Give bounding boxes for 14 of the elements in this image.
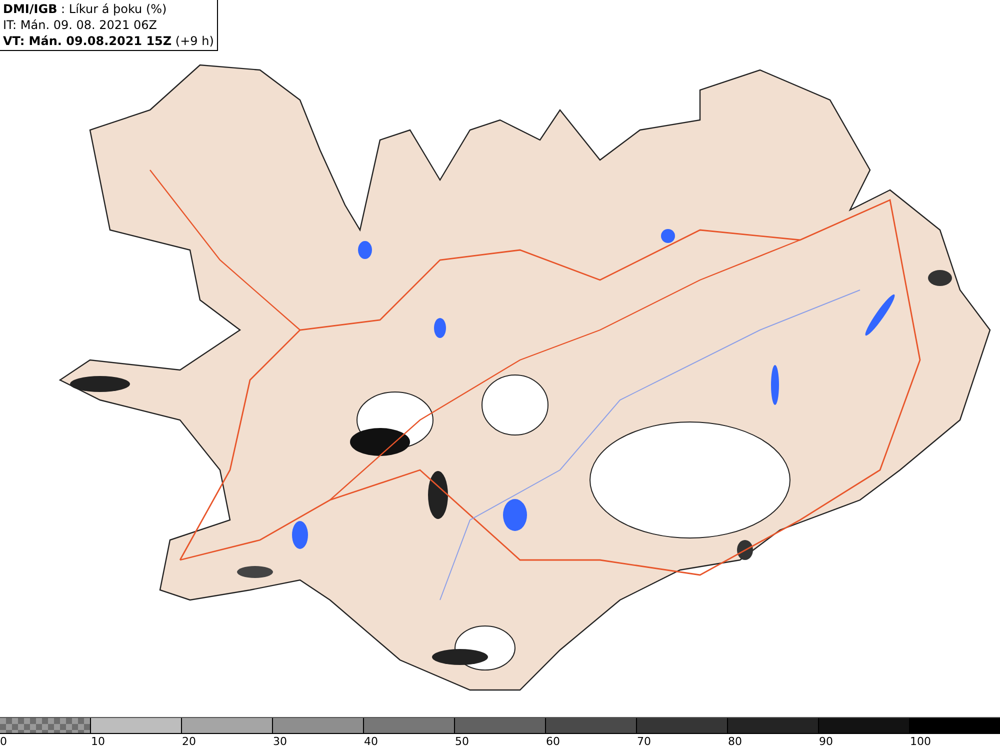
legend-label: 50 xyxy=(455,734,470,750)
header-line: IT: Mán. 09. 08. 2021 06Z xyxy=(3,17,158,33)
legend-label: 90 xyxy=(819,734,834,750)
header-line: VT: Mán. 09.08.2021 15Z (+9 h) xyxy=(3,33,214,49)
legend-label: 100 xyxy=(910,734,932,750)
legend-label: 10 xyxy=(91,734,106,750)
legend-label: 60 xyxy=(546,734,561,750)
legend-label: 40 xyxy=(364,734,379,750)
legend-label: 20 xyxy=(182,734,197,750)
legend-label: 30 xyxy=(273,734,288,750)
legend-label: 80 xyxy=(728,734,743,750)
legend-label: 0 xyxy=(0,734,8,750)
legend-label: 70 xyxy=(637,734,652,750)
header-line: DMI/IGB : Líkur á þoku (%) xyxy=(3,1,168,17)
